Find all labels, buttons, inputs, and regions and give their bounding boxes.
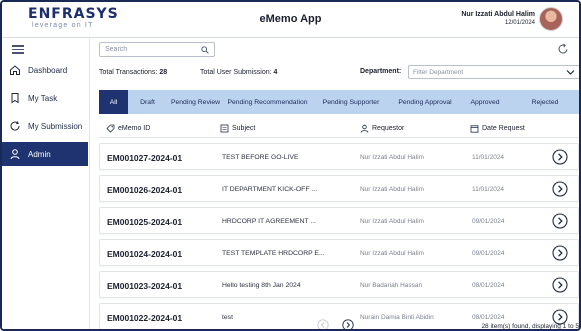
header-divider [99, 137, 579, 138]
main-content: Total Transactions: 28 Total User Submis… [92, 38, 579, 331]
top-header: ENFRASYS leverage on IT eMemo App Nur Iz… [2, 2, 579, 38]
sidebar-item-my-task[interactable]: My Task [2, 86, 90, 110]
status-tabs: All Draft Pending Review Pending Recommenda… [99, 90, 579, 114]
department-label: Department: [360, 68, 402, 75]
total-user-submission: Total User Submission: 4 [200, 69, 277, 76]
memo-date: 11/01/2024 [472, 154, 505, 161]
refresh-icon[interactable] [557, 43, 569, 55]
memo-id: EM001023-2024-01 [107, 281, 183, 291]
document-icon [220, 124, 229, 133]
next-page-icon[interactable] [342, 319, 354, 331]
memo-id: EM001025-2024-01 [107, 217, 183, 227]
chevron-right-icon[interactable] [552, 149, 568, 165]
sidebar-item-label: Dashboard [28, 65, 68, 75]
memo-subject: IT DEPARTMENT KICK-OFF ... [222, 186, 318, 193]
table-row[interactable]: EM001027-2024-01 TEST BEFORE GO-LIVE Nur I… [99, 143, 579, 170]
tab-rejected[interactable]: Rejected [511, 90, 579, 114]
table-row[interactable]: EM001023-2024-01 Hello testing 8th Jan 20… [99, 271, 579, 298]
sidebar-item-my-submission[interactable]: My Submission [2, 114, 90, 138]
memo-date: 09/01/2024 [472, 218, 505, 225]
column-header-id: eMemo ID [106, 124, 150, 133]
sidebar-item-admin[interactable]: Admin [2, 142, 88, 166]
memo-subject: HRDCORP IT AGREEMENT ... [222, 218, 317, 225]
table-row[interactable]: EM001025-2024-01 HRDCORP IT AGREEMENT ...… [99, 207, 579, 234]
search-icon[interactable] [201, 46, 209, 54]
tab-pending-recommendation[interactable]: Pending Recommendation [224, 90, 311, 114]
memo-date: 11/01/2024 [472, 186, 505, 193]
memo-subject: TEST BEFORE GO-LIVE [222, 154, 299, 161]
user-info: Nur Izzati Abdul Halim 12/01/2024 [461, 10, 535, 27]
memo-date: 08/01/2024 [472, 314, 505, 321]
total-user-submission-label: Total User Submission: [200, 69, 272, 76]
memo-id: EM001026-2024-01 [107, 185, 183, 195]
tab-pending-approval[interactable]: Pending Approval [391, 90, 459, 114]
memo-id: EM001027-2024-01 [107, 153, 183, 163]
memo-requestor: Nur Izzati Abdul Halim [360, 154, 424, 161]
memo-requestor: Nurain Damia Binti Abidin [360, 314, 434, 321]
memo-date: 09/01/2024 [472, 250, 505, 257]
user-icon [8, 147, 22, 161]
column-header-date: Date Request [470, 124, 525, 133]
search-input[interactable] [105, 46, 201, 53]
memo-id: EM001022-2024-01 [107, 313, 183, 323]
tab-pending-supporter[interactable]: Pending Supporter [311, 90, 391, 114]
table-row[interactable]: EM001024-2024-01 TEST TEMPLATE HRDCORP E.… [99, 239, 579, 266]
table-row[interactable]: EM001026-2024-01 IT DEPARTMENT KICK-OFF .… [99, 175, 579, 202]
total-user-submission-value: 4 [273, 69, 278, 76]
sidebar-item-label: My Submission [28, 121, 83, 131]
user-icon [360, 124, 369, 133]
memo-date: 08/01/2024 [472, 282, 505, 289]
chevron-right-icon[interactable] [552, 277, 568, 293]
chevron-right-icon[interactable] [552, 181, 568, 197]
refresh-icon [8, 119, 22, 133]
sidebar-item-dashboard[interactable]: Dashboard [2, 58, 90, 82]
department-placeholder: Filter Department [413, 68, 464, 76]
total-transactions-label: Total Transactions: [99, 69, 158, 76]
bookmark-icon [8, 91, 22, 105]
pagination-summary: 28 item(s) found, displaying 1 to 5 [481, 323, 579, 330]
chevron-right-icon[interactable] [552, 245, 568, 261]
prev-page-icon[interactable] [317, 319, 329, 331]
department-select[interactable]: Filter Department [408, 65, 579, 79]
app-window: ENFRASYS leverage on IT eMemo App Nur Iz… [0, 0, 581, 331]
tag-icon [106, 124, 115, 133]
memo-requestor: Nur Badariah Hassan [360, 282, 423, 289]
memo-requestor: Nur Izzati Abdul Halim [360, 218, 424, 225]
user-date: 12/01/2024 [504, 20, 535, 26]
memo-subject: test [222, 314, 233, 321]
tab-all[interactable]: All [99, 90, 128, 114]
column-header-subject: Subject [220, 124, 255, 133]
total-transactions: Total Transactions: 28 [99, 69, 167, 76]
memo-requestor: Nur Izzati Abdul Halim [360, 186, 424, 193]
search-box[interactable] [99, 42, 215, 57]
avatar[interactable] [539, 7, 563, 31]
chevron-right-icon[interactable] [552, 213, 568, 229]
tab-approved[interactable]: Approved [459, 90, 511, 114]
memo-subject: TEST TEMPLATE HRDCORP E... [222, 250, 325, 257]
sidebar: Dashboard My Task My Submission Admin [2, 38, 90, 329]
menu-icon[interactable] [12, 45, 24, 54]
chevron-down-icon [566, 70, 575, 75]
tab-pending-review[interactable]: Pending Review [167, 90, 224, 114]
tab-draft[interactable]: Draft [128, 90, 167, 114]
sidebar-item-label: My Task [28, 93, 58, 103]
sidebar-item-label: Admin [28, 149, 51, 159]
memo-subject: Hello testing 8th Jan 2024 [222, 282, 301, 289]
user-name: Nur Izzati Abdul Halim [461, 11, 535, 18]
memo-id: EM001024-2024-01 [107, 249, 183, 259]
column-header-requestor: Requestor [360, 124, 404, 133]
home-icon [8, 63, 22, 77]
memo-requestor: Nur Izzati Abdul Halim [360, 250, 424, 257]
calendar-icon [470, 125, 479, 133]
total-transactions-value: 28 [159, 69, 168, 76]
